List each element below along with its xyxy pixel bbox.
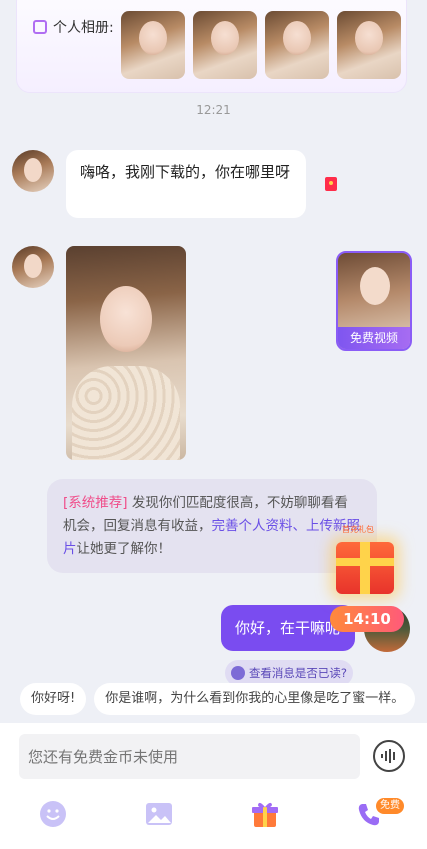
album-label: 个人相册: — [33, 17, 114, 37]
photo-message[interactable] — [66, 246, 186, 460]
complete-profile-link[interactable]: 完善个人资料 — [212, 518, 293, 534]
album-icon — [33, 20, 47, 34]
album-card: 个人相册: — [16, 0, 407, 93]
system-separator: 、 — [292, 518, 307, 534]
system-text-end: 让她更了解你！ — [76, 541, 172, 557]
quick-reply-chip[interactable]: 你好呀! — [20, 683, 87, 715]
chat-bubble-icon — [230, 666, 245, 680]
contact-avatar[interactable] — [12, 150, 54, 192]
message-time: 12:21 — [196, 103, 231, 117]
album-thumb[interactable] — [337, 11, 401, 79]
system-tag: [系统推荐] — [63, 495, 128, 511]
quick-reply-chip[interactable]: 你是谁啊，为什么看到你我的心里像是吃了蜜一样。 — [94, 683, 416, 715]
gift-timer: 14:10 — [330, 606, 404, 632]
emoji-icon[interactable] — [38, 799, 68, 829]
album-thumb[interactable] — [121, 11, 185, 79]
image-icon[interactable] — [144, 799, 174, 829]
album-thumb[interactable] — [265, 11, 329, 79]
gift-icon[interactable] — [250, 799, 280, 829]
gift-package-float[interactable]: 首充礼包 14:10 — [322, 524, 410, 634]
bottom-bar: 免费 — [0, 723, 427, 849]
album-thumb[interactable] — [193, 11, 257, 79]
free-badge: 免费 — [376, 798, 404, 814]
message-input[interactable] — [19, 734, 360, 779]
red-envelope-icon[interactable] — [325, 177, 337, 191]
free-video-label: 免费视频 — [338, 327, 410, 349]
gift-box-icon — [336, 542, 394, 594]
voice-icon[interactable] — [373, 740, 405, 772]
contact-avatar[interactable] — [12, 246, 54, 288]
quick-replies: 你好呀! 你是谁啊，为什么看到你我的心里像是吃了蜜一样。 — [20, 683, 427, 715]
gift-tag: 首充礼包 — [342, 525, 374, 534]
free-video-card[interactable]: 免费视频 — [336, 251, 412, 351]
incoming-message: 嗨咯，我刚下载的，你在哪里呀 — [66, 150, 306, 218]
